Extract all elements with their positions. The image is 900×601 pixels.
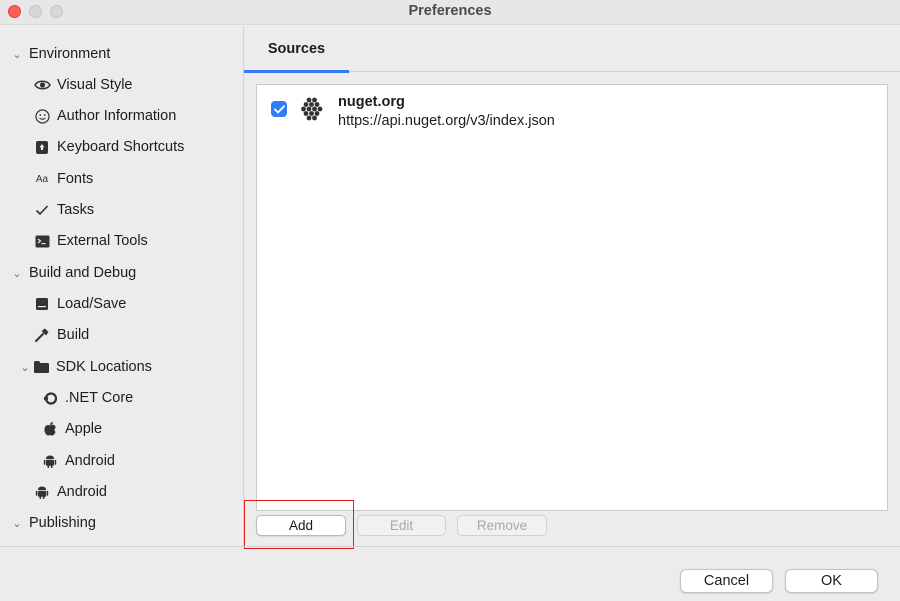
fonts-icon: Aa: [35, 173, 49, 185]
sidebar-item-dotnet-core[interactable]: .NET Core: [41, 386, 133, 410]
tab-label: Sources: [267, 41, 326, 57]
smiley-icon: [33, 107, 51, 125]
checkmark-icon: [33, 201, 51, 219]
sidebar-item-publishing[interactable]: ⌄ Publishing: [10, 511, 96, 535]
preferences-window: Preferences ⌄ Environment Visual Style A…: [0, 0, 900, 601]
keyboard-icon: [33, 138, 51, 156]
sidebar-item-load-save[interactable]: Load/Save: [33, 292, 126, 316]
sidebar-item-tasks[interactable]: Tasks: [33, 198, 94, 222]
sidebar-item-label: SDK Locations: [56, 359, 152, 375]
ok-button[interactable]: OK: [785, 569, 878, 593]
terminal-icon: [33, 232, 51, 250]
source-enabled-checkbox[interactable]: [271, 101, 287, 117]
source-name: nuget.org: [338, 94, 405, 110]
sidebar-item-label: Android: [57, 484, 107, 500]
sidebar-item-external-tools[interactable]: External Tools: [33, 229, 148, 253]
title-bar: Preferences: [0, 0, 900, 25]
sidebar-item-fonts[interactable]: Aa Fonts: [33, 167, 93, 191]
sidebar-item-label: Tasks: [57, 202, 95, 218]
content-pane: Sources nuget.org https://api.nuget.org/…: [244, 26, 900, 549]
sidebar-item-sdk-android[interactable]: Android: [41, 449, 115, 473]
dotnet-icon: [41, 389, 59, 407]
chevron-down-icon[interactable]: ⌄: [10, 48, 24, 61]
tab-sources[interactable]: Sources: [244, 26, 349, 73]
sidebar-item-label: Build and Debug: [29, 265, 137, 281]
sidebar-item-build-and-debug[interactable]: ⌄ Build and Debug: [10, 261, 136, 285]
android-icon: [33, 483, 51, 501]
sidebar-item-android[interactable]: Android: [33, 480, 107, 504]
chevron-down-icon[interactable]: ⌄: [10, 267, 24, 280]
hammer-icon: [33, 326, 51, 344]
folder-icon: [32, 358, 50, 376]
sidebar-item-environment[interactable]: ⌄ Environment: [10, 42, 110, 66]
android-icon: [41, 452, 59, 470]
sidebar-item-label: Publishing: [29, 515, 96, 531]
sidebar-item-label: Build: [57, 327, 90, 343]
disk-icon: [33, 295, 51, 313]
sidebar-item-build[interactable]: Build: [33, 323, 89, 347]
remove-source-button[interactable]: Remove: [457, 515, 547, 536]
sidebar-item-label: Android: [65, 453, 115, 469]
source-text: nuget.org https://api.nuget.org/v3/index…: [338, 93, 555, 131]
source-url: https://api.nuget.org/v3/index.json: [338, 113, 555, 129]
footer-divider: [0, 546, 900, 547]
list-item[interactable]: nuget.org https://api.nuget.org/v3/index…: [271, 93, 555, 131]
sidebar-item-author-information[interactable]: Author Information: [33, 104, 176, 128]
sidebar-item-label: Apple: [65, 421, 103, 437]
apple-icon: [41, 420, 59, 438]
sidebar-item-apple[interactable]: Apple: [41, 417, 102, 441]
edit-source-button[interactable]: Edit: [357, 515, 446, 536]
sidebar: ⌄ Environment Visual Style Author Inform…: [0, 26, 243, 546]
sidebar-item-label: Environment: [29, 46, 111, 62]
nuget-package-icon: [299, 95, 327, 123]
sidebar-item-label: External Tools: [57, 233, 148, 249]
cancel-button[interactable]: Cancel: [680, 569, 773, 593]
sidebar-item-label: Keyboard Shortcuts: [57, 139, 185, 155]
active-tab-indicator: [244, 70, 349, 73]
sidebar-item-label: Author Information: [57, 108, 177, 124]
sidebar-item-label: Fonts: [57, 171, 94, 187]
sidebar-item-label: Visual Style: [57, 77, 133, 93]
sidebar-item-label: Load/Save: [57, 296, 127, 312]
chevron-down-icon[interactable]: ⌄: [10, 517, 24, 530]
highlight-box: [244, 500, 354, 549]
checkmark-icon: [273, 104, 285, 113]
sources-list[interactable]: nuget.org https://api.nuget.org/v3/index…: [256, 84, 888, 511]
eye-icon: [33, 76, 51, 94]
sidebar-item-visual-style[interactable]: Visual Style: [33, 73, 133, 97]
window-title: Preferences: [408, 3, 492, 19]
sidebar-item-keyboard-shortcuts[interactable]: Keyboard Shortcuts: [33, 135, 184, 159]
sidebar-item-sdk-locations[interactable]: ⌄ SDK Locations: [18, 355, 152, 379]
sidebar-item-label: .NET Core: [65, 390, 134, 406]
chevron-down-icon[interactable]: ⌄: [18, 361, 32, 374]
tab-bar: Sources: [244, 26, 900, 73]
